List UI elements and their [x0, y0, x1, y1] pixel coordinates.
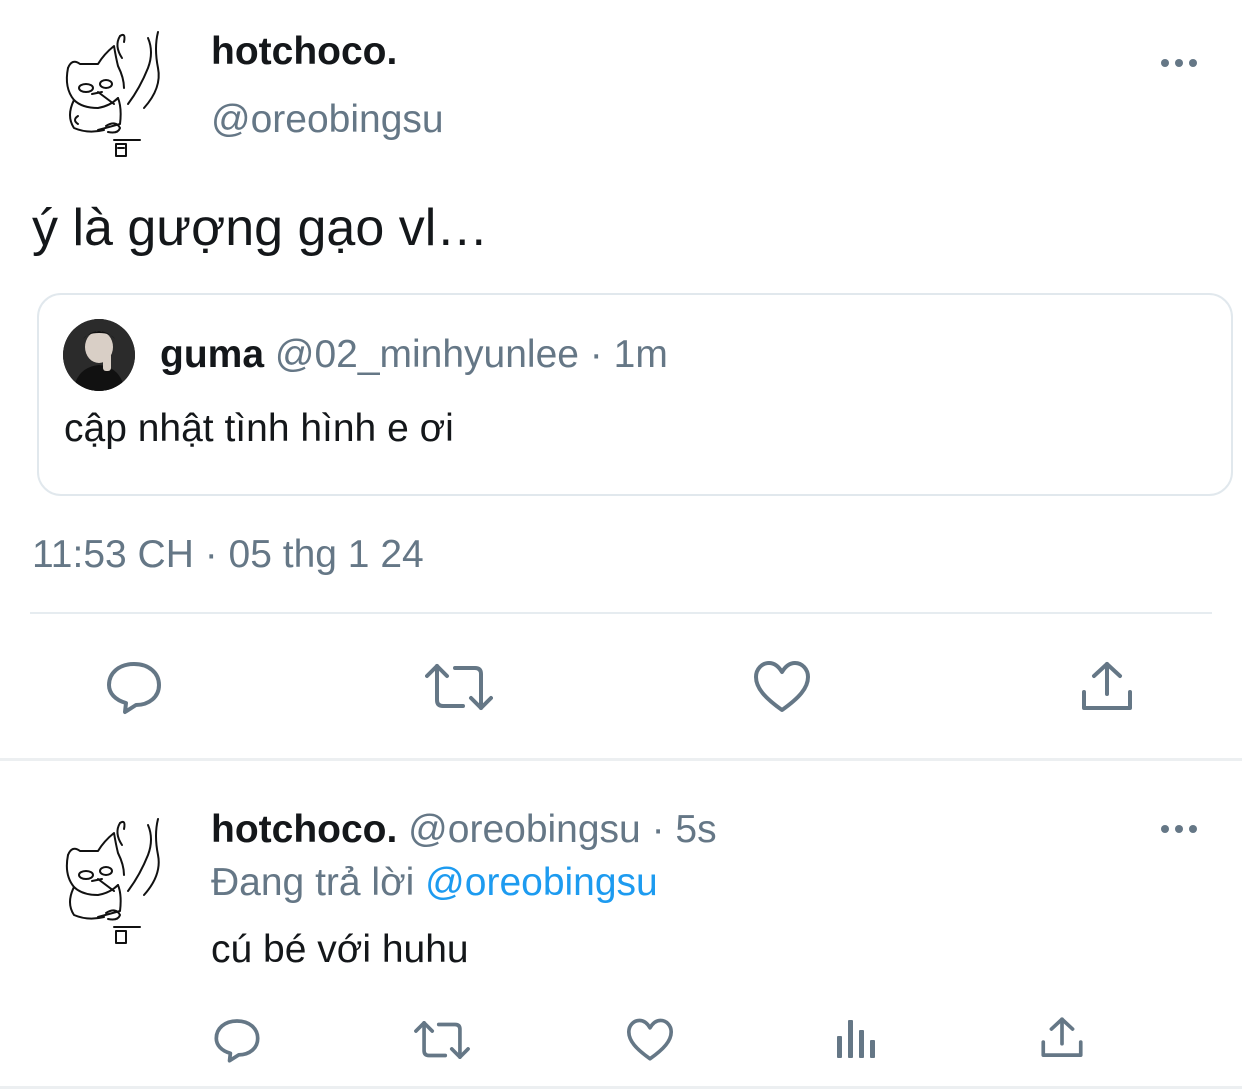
bottom-divider: [0, 1086, 1242, 1089]
like-icon[interactable]: [753, 660, 811, 714]
divider: [30, 612, 1212, 614]
reply-handle-time: @oreobingsu · 5s: [408, 808, 717, 851]
user-handle[interactable]: @oreobingsu: [211, 98, 444, 142]
replying-to: Đang trả lời @oreobingsu: [211, 861, 658, 905]
reply-more-dots-icon[interactable]: [1160, 822, 1198, 836]
display-name[interactable]: hotchoco.: [211, 30, 397, 74]
quoted-display-name[interactable]: guma: [160, 333, 264, 376]
share-icon[interactable]: [1040, 1016, 1084, 1060]
retweet-icon[interactable]: [414, 1018, 470, 1062]
quoted-avatar: [63, 319, 135, 391]
quoted-header: guma @02_minhyunlee · 1m: [160, 333, 668, 377]
avatar[interactable]: [58, 28, 168, 168]
reply-icon[interactable]: [105, 658, 163, 716]
reply-icon[interactable]: [213, 1016, 261, 1064]
more-dots-icon[interactable]: [1160, 56, 1198, 70]
quoted-tweet[interactable]: [37, 293, 1233, 496]
replying-prefix: Đang trả lời: [211, 861, 415, 904]
reply-avatar[interactable]: [58, 815, 168, 955]
reply-text: cú bé với huhu: [211, 928, 469, 971]
retweet-icon[interactable]: [425, 660, 493, 714]
timestamp[interactable]: 11:53 CH · 05 thg 1 24: [32, 533, 424, 577]
quoted-text: cập nhật tình hình e ơi: [64, 407, 454, 450]
quoted-handle-time: @02_minhyunlee · 1m: [274, 333, 668, 376]
tweet-text: ý là gượng gạo vl…: [32, 199, 489, 257]
reply-display-name[interactable]: hotchoco.: [211, 808, 397, 851]
analytics-icon[interactable]: [834, 1016, 878, 1060]
share-icon[interactable]: [1080, 660, 1134, 714]
reply-header: hotchoco. @oreobingsu · 5s: [211, 808, 717, 852]
like-icon[interactable]: [626, 1018, 674, 1062]
section-divider: [0, 758, 1242, 761]
replying-mention-link[interactable]: @oreobingsu: [425, 861, 658, 904]
